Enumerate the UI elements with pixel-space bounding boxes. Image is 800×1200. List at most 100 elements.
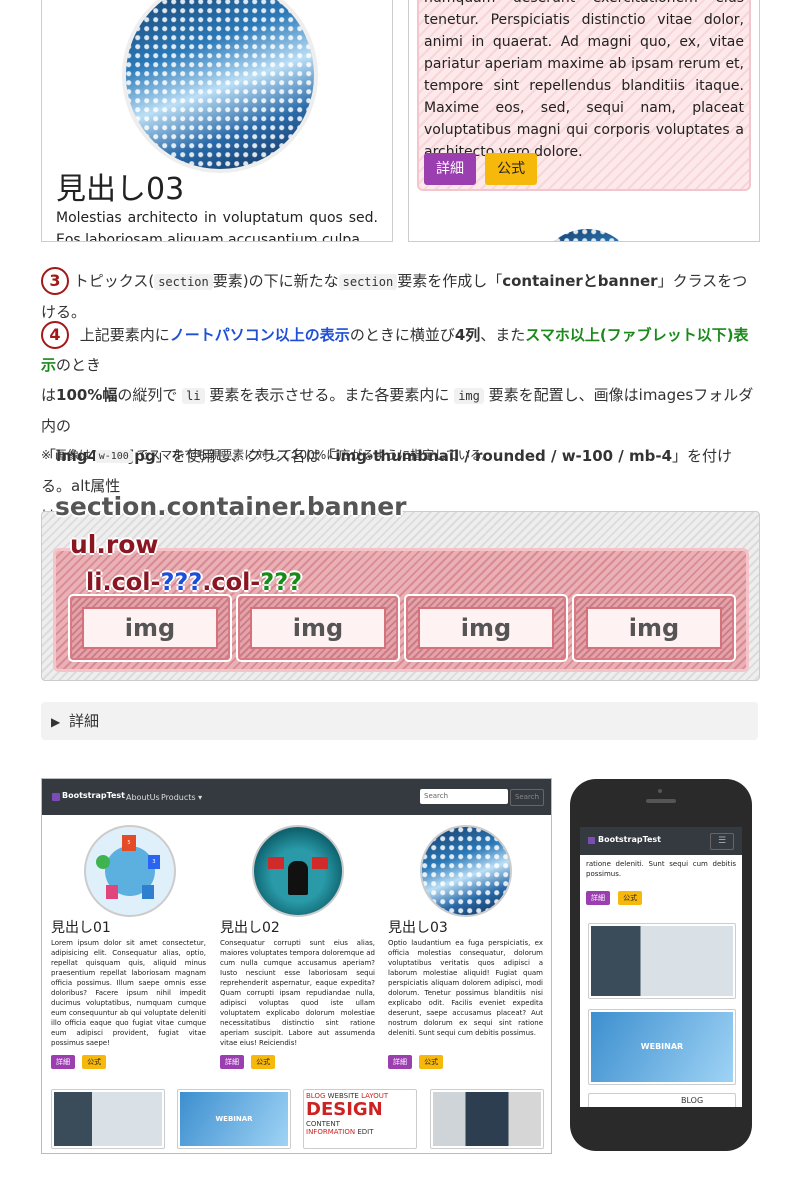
detail-button[interactable]: 詳細 [51, 1055, 75, 1069]
phone-home-area [570, 1111, 752, 1151]
card-circle-image-2 [537, 229, 637, 241]
col-text: Consequatur corrupti sunt eius alias, ma… [220, 939, 375, 1047]
word: BLOG [681, 1096, 704, 1105]
phone-brand[interactable]: BootstrapTest [598, 835, 661, 844]
office-photo [54, 1092, 162, 1146]
step-text: トピックス( [73, 272, 155, 290]
js-icon [142, 885, 154, 899]
official-button[interactable]: 公式 [419, 1055, 444, 1069]
phone-navbar: BootstrapTest ☰ [580, 827, 742, 855]
phone-banner-thumbnail: WEBINAR [588, 1009, 736, 1085]
step-text: は [41, 386, 57, 404]
col-buttons: 詳細 公式 [220, 1049, 276, 1069]
phone-buttons: 詳細 公式 [586, 885, 643, 905]
card-left: 見出し03 Molestias architecto in voluptatum… [41, 0, 393, 242]
col-box: img [236, 594, 400, 662]
phone-banner-thumbnail [588, 923, 736, 999]
col-buttons: 詳細 公式 [388, 1049, 444, 1069]
detail-button[interactable]: 詳細 [220, 1055, 244, 1069]
row-label: ul.row [70, 530, 159, 559]
phone-text: ratione deleniti. Sunt sequi cum debitis… [586, 860, 736, 878]
banner-thumbnail [430, 1089, 544, 1149]
img-box: img [418, 607, 554, 649]
phone-screen: BootstrapTest ☰ ratione deleniti. Sunt s… [580, 827, 742, 1107]
note-text: でスマホでも親要素に対して100%に広がるように指定している。 [136, 448, 494, 462]
html5-icon: 5 [122, 835, 136, 851]
step-text: の縦列で [117, 386, 178, 404]
navbar: BootstrapTest AboutUs Products ▾ Search … [42, 779, 551, 815]
img-box: img [82, 607, 218, 649]
phone-banner-thumbnail: BLOG [588, 1093, 736, 1107]
search-input[interactable]: Search [420, 789, 508, 804]
details-label: 詳細 [69, 712, 100, 730]
css3-icon: 3 [148, 855, 160, 869]
step-number: 4 [41, 321, 69, 349]
step-number: 3 [41, 267, 69, 295]
word: DESIGN [306, 1099, 383, 1120]
tablet-photo [433, 1092, 541, 1146]
card-right: numquam deserunt exercitationem eius ten… [408, 0, 760, 242]
phone-camera [658, 789, 662, 793]
official-button[interactable]: 公式 [82, 1055, 107, 1069]
official-button[interactable]: 公式 [251, 1055, 276, 1069]
word-cloud: BLOG [591, 1096, 733, 1107]
col-box: img [68, 594, 232, 662]
step-4-note: ※ 画像は w-100 でスマホでも親要素に対して100%に広がるように指定して… [41, 446, 494, 463]
detail-button[interactable]: 詳細 [424, 153, 476, 185]
nav-products-label: Products [161, 793, 196, 802]
hamburger-icon[interactable]: ☰ [710, 833, 734, 850]
word-cloud: BLOG WEBSITE LAYOUT DESIGN CONTENT INFOR… [306, 1092, 414, 1146]
code-section: section [154, 274, 213, 290]
section-label: section.container.banner [55, 492, 407, 521]
nav-about[interactable]: AboutUs [126, 793, 160, 802]
img-box: img [250, 607, 386, 649]
col-label: li.col-???.col-??? [86, 568, 302, 596]
official-button[interactable]: 公式 [485, 153, 538, 185]
code-icon [106, 885, 118, 899]
col-buttons: 詳細 公式 [51, 1049, 107, 1069]
search-button[interactable]: Search [510, 789, 544, 806]
brand[interactable]: BootstrapTest [62, 791, 125, 800]
col-text: Lorem ipsum dolor sit amet consectetur, … [51, 939, 206, 1047]
caret-down-icon: ▾ [198, 793, 203, 802]
col-text: Optio laudantium ea fuga perspiciatis, e… [388, 939, 543, 1037]
details-toggle[interactable]: ▶ 詳細 [41, 702, 758, 740]
monitor-shape [312, 857, 328, 869]
code-w100: w-100 [94, 450, 133, 463]
banner-thumbnail: BLOG WEBSITE LAYOUT DESIGN CONTENT INFOR… [303, 1089, 417, 1149]
php-icon [96, 855, 110, 869]
step-bold: 100%幅 [56, 386, 118, 404]
webinar-banner: WEBINAR [180, 1092, 288, 1146]
official-button[interactable]: 公式 [618, 891, 643, 905]
step-text: 要素を表示させる。また各要素内に [209, 386, 450, 404]
card-right-text: numquam deserunt exercitationem eius ten… [424, 0, 744, 160]
col-heading: 見出し01 [51, 920, 111, 936]
step-text: 要素)の下に新たな [212, 272, 339, 290]
col-q2: ??? [260, 568, 303, 596]
code-li: li [182, 388, 205, 404]
monitor-shape [268, 857, 284, 869]
person-silhouette [288, 861, 308, 895]
code-img: img [454, 388, 484, 404]
step-text: 要素を作成し「 [397, 272, 503, 290]
word: EDIT [357, 1128, 374, 1136]
col-label-part: .col- [202, 568, 261, 596]
office-photo [591, 926, 733, 996]
detail-button[interactable]: 詳細 [388, 1055, 412, 1069]
col-box: img [572, 594, 736, 662]
detail-button[interactable]: 詳細 [586, 891, 610, 905]
step-3: 3 トピックス(section 要素)の下に新たな section 要素を作成し「co… [41, 266, 761, 327]
step-bold: containerとbanner [502, 272, 658, 290]
step-bold: 4列 [454, 326, 481, 344]
nav-products[interactable]: Products ▾ [161, 793, 202, 802]
banner-thumbnail: WEBINAR [177, 1089, 291, 1149]
card-right-buttons: 詳細 公式 [424, 153, 538, 185]
step-text: 上記要素内に [79, 326, 170, 344]
col-heading: 見出し02 [220, 920, 280, 936]
img-box: img [586, 607, 722, 649]
triangle-right-icon: ▶ [51, 715, 61, 729]
step-text: 、また [480, 326, 526, 344]
brand-icon [588, 837, 595, 844]
web-tech-icons-image: 5 3 [84, 825, 176, 917]
card-text: Molestias architecto in voluptatum quos … [56, 210, 378, 242]
